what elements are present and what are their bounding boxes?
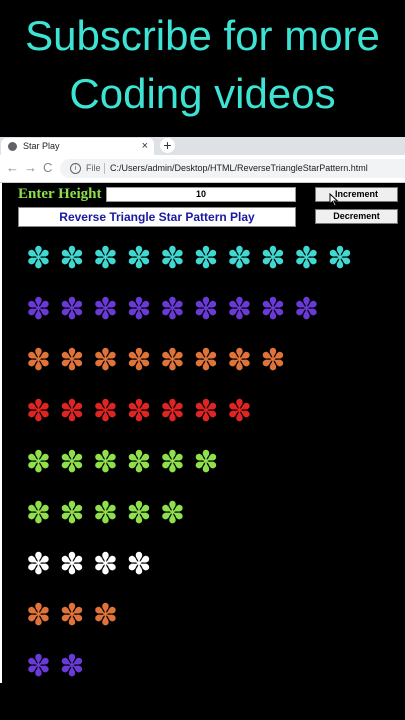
star-icon: ✽ xyxy=(92,241,119,276)
star-icon: ✽ xyxy=(92,343,119,378)
star-icon: ✽ xyxy=(25,394,52,429)
star-icon: ✽ xyxy=(126,394,152,429)
star-icon: ✽ xyxy=(193,241,219,276)
star-icon: ✽ xyxy=(226,343,253,378)
banner-line-2: Coding videos xyxy=(69,70,336,117)
star-icon: ✽ xyxy=(193,292,219,327)
star-icon: ✽ xyxy=(327,241,353,276)
star-icon: ✽ xyxy=(25,292,52,327)
star-icon: ✽ xyxy=(92,292,119,327)
star-icon: ✽ xyxy=(159,394,186,429)
star-icon: ✽ xyxy=(25,598,52,633)
star-icon: ✽ xyxy=(159,241,186,276)
star-icon: ✽ xyxy=(59,496,85,531)
star-icon: ✽ xyxy=(59,445,85,480)
promo-banner: Subscribe for more Coding videos xyxy=(0,0,405,137)
star-icon: ✽ xyxy=(59,292,85,327)
star-icon: ✽ xyxy=(25,547,52,582)
star-icon: ✽ xyxy=(126,547,152,582)
divider xyxy=(104,163,105,174)
star-icon: ✽ xyxy=(193,343,219,378)
star-icon: ✽ xyxy=(59,343,85,378)
star-icon: ✽ xyxy=(59,649,85,684)
star-icon: ✽ xyxy=(25,343,52,378)
tab-star-play[interactable]: Star Play × xyxy=(1,138,154,155)
star-icon: ✽ xyxy=(159,496,186,531)
star-icon: ✽ xyxy=(260,343,286,378)
address-bar[interactable]: i File C:/Users/admin/Desktop/HTML/Rever… xyxy=(60,159,405,178)
star-icon: ✽ xyxy=(25,241,52,276)
close-icon[interactable]: × xyxy=(142,138,148,155)
browser-toolbar: ← → C i File C:/Users/admin/Desktop/HTML… xyxy=(0,155,405,183)
star-icon: ✽ xyxy=(159,343,186,378)
star-icon: ✽ xyxy=(59,598,85,633)
star-icon: ✽ xyxy=(126,343,152,378)
star-icon: ✽ xyxy=(126,241,152,276)
star-icon: ✽ xyxy=(159,292,186,327)
browser-window: Star Play × + ← → C i File C:/Users/admi… xyxy=(0,137,405,683)
star-icon: ✽ xyxy=(293,241,320,276)
star-icon: ✽ xyxy=(59,241,85,276)
info-icon[interactable]: i xyxy=(70,163,81,174)
star-icon: ✽ xyxy=(59,394,85,429)
star-icon: ✽ xyxy=(226,394,253,429)
star-icon: ✽ xyxy=(92,445,119,480)
reload-icon[interactable]: C xyxy=(43,161,52,175)
new-tab-button[interactable]: + xyxy=(160,138,175,153)
star-icon: ✽ xyxy=(25,496,52,531)
star-icon: ✽ xyxy=(193,445,219,480)
forward-arrow-icon[interactable]: → xyxy=(24,161,37,175)
back-arrow-icon[interactable]: ← xyxy=(6,161,19,175)
star-icon: ✽ xyxy=(92,496,119,531)
bottom-strip xyxy=(0,683,405,720)
page-content: Enter Height 10 Increment Decrement Reve… xyxy=(0,183,405,683)
star-icon: ✽ xyxy=(159,445,186,480)
tab-title: Star Play xyxy=(23,141,60,151)
star-icon: ✽ xyxy=(260,292,286,327)
star-icon: ✽ xyxy=(92,394,119,429)
star-icon: ✽ xyxy=(126,445,152,480)
globe-icon xyxy=(8,142,17,151)
star-icon: ✽ xyxy=(92,598,119,633)
star-icon: ✽ xyxy=(293,292,320,327)
star-icon: ✽ xyxy=(126,292,152,327)
star-icon: ✽ xyxy=(226,241,253,276)
star-icon: ✽ xyxy=(193,394,219,429)
url-text[interactable]: C:/Users/admin/Desktop/HTML/ReverseTrian… xyxy=(110,159,368,178)
banner-line-1: Subscribe for more xyxy=(25,12,380,59)
star-icon: ✽ xyxy=(126,496,152,531)
tab-bar: Star Play × + xyxy=(0,137,405,155)
star-icon: ✽ xyxy=(92,547,119,582)
star-icon: ✽ xyxy=(226,292,253,327)
star-pattern: ✽ ✽ ✽ ✽ ✽ ✽ ✽ ✽ ✽ ✽ ✽ ✽ ✽ ✽ ✽ ✽ ✽ ✽ ✽ ✽ ✽ ✽ ✽ ✽ ✽ ✽ ✽ ✽ ✽ ✽ ✽ ✽ ✽ ✽ ✽ ✽ ✽ ✽ ✽ ✽… xyxy=(2,183,405,683)
file-label: File xyxy=(86,163,101,173)
star-icon: ✽ xyxy=(59,547,85,582)
star-icon: ✽ xyxy=(25,649,52,684)
star-icon: ✽ xyxy=(260,241,286,276)
star-icon: ✽ xyxy=(25,445,52,480)
